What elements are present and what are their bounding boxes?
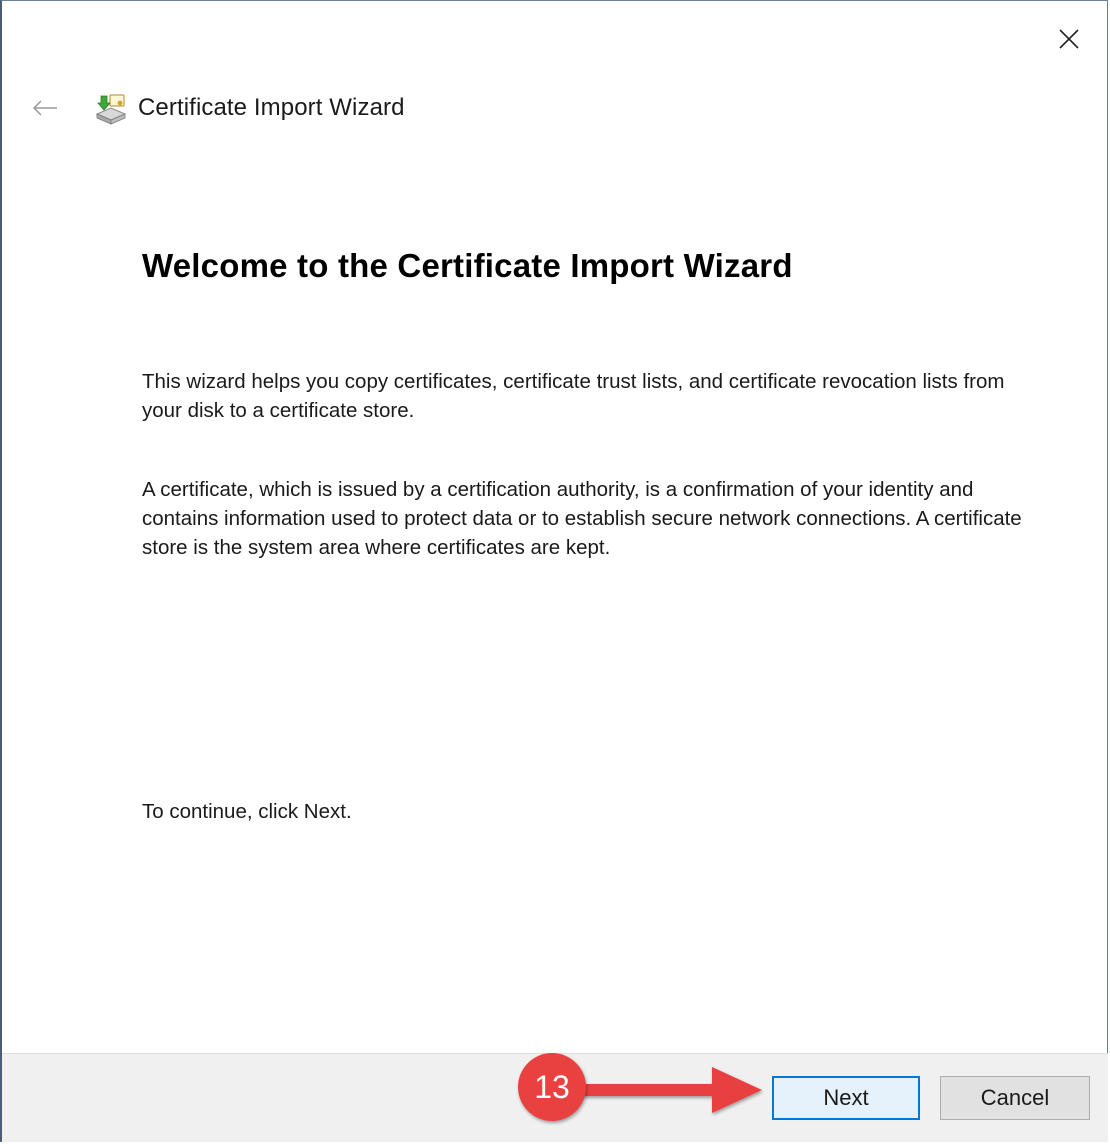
- wizard-header: Certificate Import Wizard: [28, 85, 405, 131]
- next-button[interactable]: Next: [772, 1076, 920, 1120]
- back-arrow-icon: [32, 100, 57, 116]
- intro-paragraph: This wizard helps you copy certificates,…: [142, 370, 1005, 422]
- certificate-wizard-icon: [92, 89, 130, 127]
- close-icon: [1059, 29, 1079, 49]
- step-number-badge: 13: [518, 1053, 586, 1121]
- window-title: Certificate Import Wizard: [138, 94, 405, 121]
- page-heading: Welcome to the Certificate Import Wizard: [142, 247, 793, 284]
- annotation-arrow-icon: [582, 1067, 762, 1113]
- description-paragraph: A certificate, which is issued by a cert…: [142, 478, 1022, 559]
- cancel-button[interactable]: Cancel: [940, 1076, 1090, 1120]
- certificate-import-wizard-window: Certificate Import Wizard Welcome to the…: [0, 0, 1108, 1142]
- continue-instruction: To continue, click Next.: [142, 800, 352, 823]
- back-button[interactable]: [28, 91, 62, 125]
- close-button[interactable]: [1049, 19, 1089, 59]
